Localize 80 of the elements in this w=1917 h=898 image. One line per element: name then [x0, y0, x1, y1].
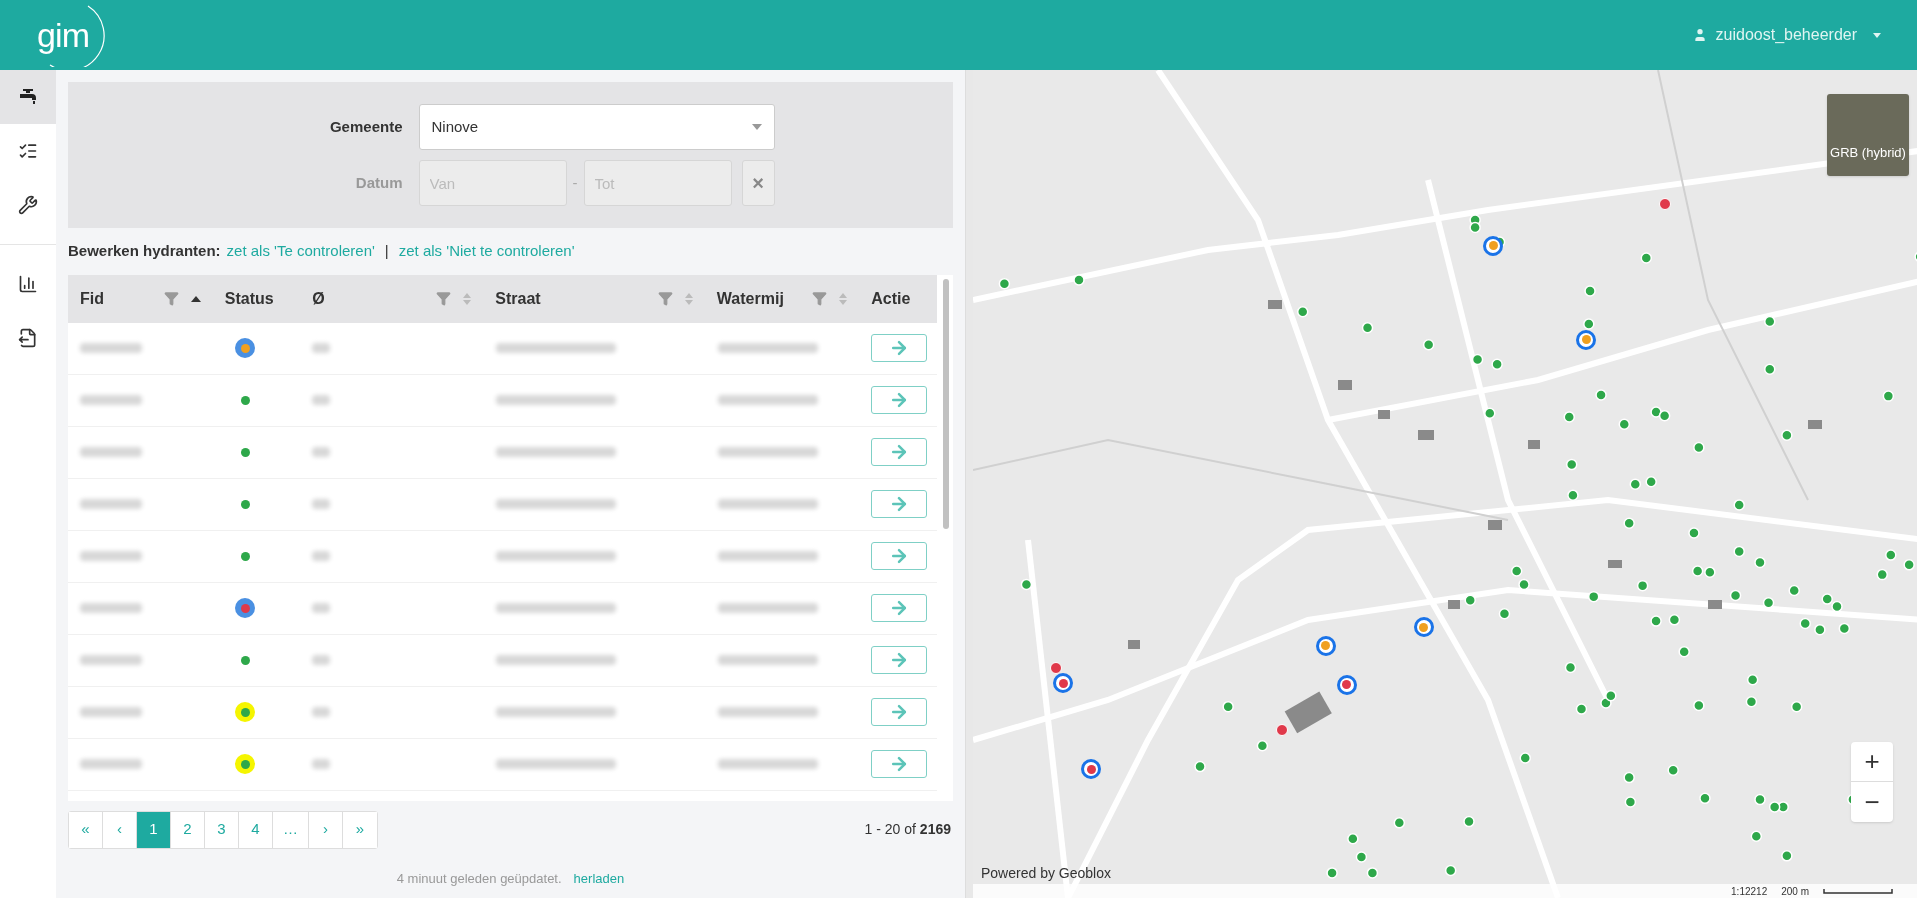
set-to-check-link[interactable]: zet als 'Te controleren' [226, 240, 375, 263]
blurred-text [312, 655, 331, 665]
blurred-text [312, 551, 331, 561]
page-button[interactable]: 1 [137, 811, 171, 848]
caret-icon [1873, 32, 1881, 38]
sort-icon[interactable] [463, 292, 472, 305]
map-marker[interactable] [1576, 329, 1597, 350]
page-button[interactable]: « [69, 811, 103, 848]
open-button[interactable] [870, 490, 927, 518]
sort-ascending-icon[interactable] [190, 295, 201, 302]
blurred-text [80, 447, 142, 457]
split-handle[interactable] [965, 70, 973, 898]
checklist-icon [18, 141, 38, 161]
column-header[interactable]: Fid [80, 286, 104, 311]
blurred-text [312, 707, 331, 717]
blurred-text [312, 395, 331, 405]
basemap-switcher[interactable]: GRB (hybrid) [1827, 94, 1909, 176]
bulk-edit-label: Bewerken hydranten: [68, 241, 221, 261]
bar-chart-icon [18, 274, 38, 294]
scale-ratio: 1:12212 [1731, 884, 1768, 898]
column-header[interactable]: Actie [871, 286, 911, 311]
open-button[interactable] [870, 334, 927, 362]
filter-icon[interactable] [657, 291, 673, 306]
blurred-text [312, 603, 331, 613]
open-button[interactable] [870, 698, 927, 726]
logo[interactable]: gim [30, 3, 110, 67]
map-marker[interactable] [1081, 759, 1102, 779]
blurred-text [312, 499, 331, 509]
map-marker[interactable] [1053, 673, 1074, 694]
caret-icon [751, 124, 762, 130]
zoom-in-button[interactable]: + [1851, 742, 1893, 782]
update-notice: 4 minuut geleden geüpdatet. [396, 869, 562, 888]
user-menu[interactable]: zuidoost_beheerder [1691, 23, 1887, 47]
column-header[interactable]: Straat [495, 286, 541, 311]
blurred-text [80, 551, 142, 561]
municipality-select[interactable]: Ninove [418, 104, 775, 150]
column-header[interactable]: Ø [312, 286, 325, 311]
open-button[interactable] [870, 646, 927, 674]
blurred-text [80, 395, 142, 405]
blurred-text [80, 655, 142, 665]
open-button[interactable] [870, 386, 927, 414]
open-button[interactable] [870, 750, 927, 778]
clear-button[interactable]: × [741, 160, 775, 206]
filter-icon[interactable] [436, 291, 452, 306]
map-marker[interactable] [1413, 617, 1434, 638]
blurred-text [312, 343, 331, 353]
link-separator: | [383, 241, 390, 261]
tools-icon [18, 195, 38, 215]
blurred-text [80, 343, 142, 353]
blurred-text [80, 759, 142, 769]
field-label: Gemeente [328, 116, 403, 137]
result-count: 1 - 20 of 2169 [864, 820, 952, 839]
sort-icon[interactable] [684, 292, 693, 305]
scale-bar-icon [1823, 888, 1893, 894]
column-header[interactable]: Watermij [716, 286, 784, 311]
zoom-out-button[interactable]: − [1851, 782, 1893, 822]
blurred-text [312, 447, 331, 457]
column-header[interactable]: Status [224, 286, 274, 311]
scale-distance: 200 m [1781, 884, 1809, 898]
open-button[interactable] [870, 438, 927, 466]
tap-icon [18, 89, 38, 105]
filter-icon[interactable] [812, 291, 828, 306]
date-separator: - [572, 172, 578, 193]
sort-icon[interactable] [839, 292, 848, 305]
map-attribution: Powered by Geoblox [981, 864, 1111, 883]
sidebar-item[interactable] [0, 70, 56, 124]
blurred-text [312, 759, 331, 769]
set-not-to-check-link[interactable]: zet als 'Niet te controleren' [398, 240, 575, 263]
field-label: Datum [354, 172, 403, 193]
open-button[interactable] [870, 542, 927, 570]
map-marker[interactable] [1483, 235, 1504, 256]
blurred-text [80, 603, 142, 613]
blurred-text [80, 707, 142, 717]
open-button[interactable] [870, 594, 927, 622]
filter-icon[interactable] [163, 291, 179, 306]
map-marker[interactable] [1336, 674, 1357, 695]
export-icon [18, 328, 38, 348]
reload-link[interactable]: herladen [573, 868, 625, 888]
map-marker[interactable] [1315, 635, 1336, 656]
blurred-text [80, 499, 142, 509]
